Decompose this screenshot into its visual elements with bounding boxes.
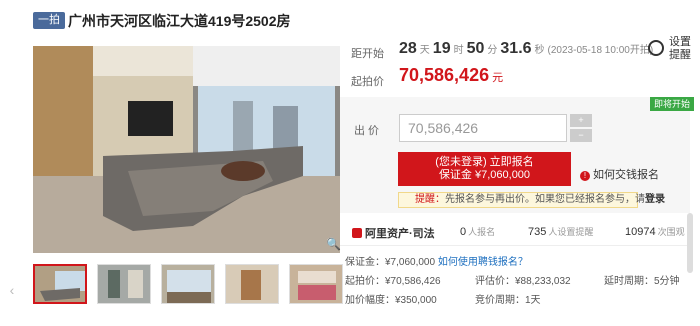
login-notice: 提醒：先报名参与再出价。如果您已经报名参与，请登录	[398, 192, 665, 208]
how-to-pay-link[interactable]: ! 如何交钱报名	[580, 166, 659, 182]
ali-logo-icon	[352, 228, 362, 238]
start-price-label: 起拍价	[351, 76, 384, 88]
view-count: 10974 次围观	[625, 226, 685, 238]
increment-info: 加价幅度：¥350,000	[345, 295, 437, 306]
thumbnail-strip	[33, 264, 343, 308]
start-price-info: 起拍价：¥70,586,426	[345, 276, 441, 287]
auction-round-tag: 一拍	[33, 12, 65, 29]
scrollbar[interactable]	[687, 213, 693, 273]
thumbnail-3[interactable]	[161, 264, 215, 304]
thumbnail-4[interactable]	[225, 264, 279, 304]
countdown-days: 28	[399, 40, 417, 57]
deposit-help-link[interactable]: 如何使用聘钱报名？	[438, 257, 528, 268]
signup-label: (您未登录) 立即报名	[435, 156, 534, 168]
alarm-clock-icon	[648, 40, 664, 56]
thumbnail-2[interactable]	[97, 264, 151, 304]
cycle-info: 竞价周期：1天	[475, 295, 541, 306]
page-title: 广州市天河区临江大道419号2502房	[68, 13, 291, 29]
magnifier-icon[interactable]: 🔍	[326, 237, 341, 251]
start-price: 70,586,426 元	[399, 65, 504, 85]
signup-deposit: 保证金 ¥7,060,000	[438, 169, 531, 181]
delay-info: 延时周期：5分钟	[604, 276, 680, 287]
thumbnail-1[interactable]	[33, 264, 87, 304]
countdown-minutes: 50	[466, 40, 485, 57]
signup-button[interactable]: (您未登录) 立即报名 保证金 ¥7,060,000	[398, 152, 571, 186]
start-time: (2023-05-18 10:00开拍)	[547, 45, 654, 56]
login-link[interactable]: 登录	[645, 194, 665, 205]
platform-brand: 阿里资产·司法	[352, 225, 435, 241]
set-reminder-button[interactable]: 设置提醒	[645, 36, 695, 66]
deposit-info: 保证金：¥7,060,000 如何使用聘钱报名？	[345, 257, 528, 268]
status-badge: 即将开始	[650, 97, 695, 111]
thumb-prev-arrow[interactable]: ‹	[5, 282, 19, 298]
set-reminder-label: 设置提醒	[669, 36, 691, 61]
info-icon: !	[580, 171, 590, 181]
main-photo[interactable]	[33, 46, 340, 253]
countdown-timer: 28 天 19 时 50 分 31.6 秒 (2023-05-18 10:00开拍)	[399, 40, 654, 57]
decrease-bid-button[interactable]: −	[570, 129, 592, 142]
countdown-hours: 19	[432, 40, 451, 57]
signup-count: 0 人报名	[460, 226, 496, 238]
countdown-seconds: 31.6	[500, 40, 532, 57]
living-room-image	[33, 46, 340, 253]
thumbnail-5[interactable]	[289, 264, 343, 304]
bid-label: 出 价	[354, 125, 380, 137]
appraisal-info: 评估价：¥88,233,032	[475, 276, 571, 287]
reminder-count: 735 人设置提醒	[528, 226, 594, 238]
bid-input[interactable]: 70,586,426	[399, 114, 567, 142]
countdown-label: 距开始	[351, 48, 384, 60]
increase-bid-button[interactable]: +	[570, 114, 592, 127]
